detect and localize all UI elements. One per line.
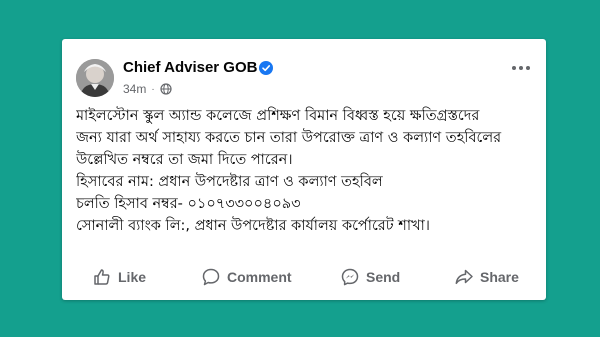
messenger-icon: [341, 268, 359, 286]
post-line: মাইলস্টোন স্কুল অ্যান্ড কলেজে প্রশিক্ষণ …: [76, 108, 480, 124]
post-action-bar: Like Comment Send Share: [62, 265, 546, 289]
avatar-photo: [76, 59, 114, 97]
author-avatar[interactable]: [76, 59, 114, 97]
meta-separator: ·: [151, 83, 155, 95]
share-button[interactable]: Share: [454, 265, 519, 289]
more-options-icon[interactable]: [510, 63, 532, 73]
share-arrow-icon: [455, 269, 473, 285]
share-label: Share: [480, 269, 519, 285]
facebook-post-card: Chief Adviser GOB 34m · মাইলস্টোন স্কুল …: [62, 39, 546, 300]
post-line: হিসাবের নাম: প্রধান উপদেষ্টার ত্রাণ ও কল…: [76, 174, 383, 190]
post-line: জন্য যারা অর্থ সাহায্য করতে চান তারা উপর…: [76, 130, 502, 146]
thumbs-up-icon: [94, 269, 110, 285]
comment-bubble-icon: [202, 268, 220, 286]
verified-badge-icon: [259, 61, 273, 75]
send-label: Send: [366, 269, 401, 285]
author-name[interactable]: Chief Adviser GOB: [123, 59, 257, 76]
post-line: সোনালী ব্যাংক লি:, প্রধান উপদেষ্টার কার্…: [76, 218, 430, 234]
like-label: Like: [118, 269, 147, 285]
globe-icon: [160, 83, 172, 95]
post-body: মাইলস্টোন স্কুল অ্যান্ড কলেজে প্রশিক্ষণ …: [76, 105, 536, 237]
send-button[interactable]: Send: [340, 265, 400, 289]
post-line: উল্লেখিত নম্বরে তা জমা দিতে পারেন।: [76, 152, 293, 168]
like-button[interactable]: Like: [92, 265, 146, 289]
comment-button[interactable]: Comment: [201, 265, 292, 289]
comment-label: Comment: [227, 269, 292, 285]
post-line: চলতি হিসাব নম্বর- ০১০৭৩৩০০৪০৯৩: [76, 196, 301, 212]
post-timestamp[interactable]: 34m: [123, 82, 146, 96]
post-meta: 34m ·: [123, 82, 172, 96]
